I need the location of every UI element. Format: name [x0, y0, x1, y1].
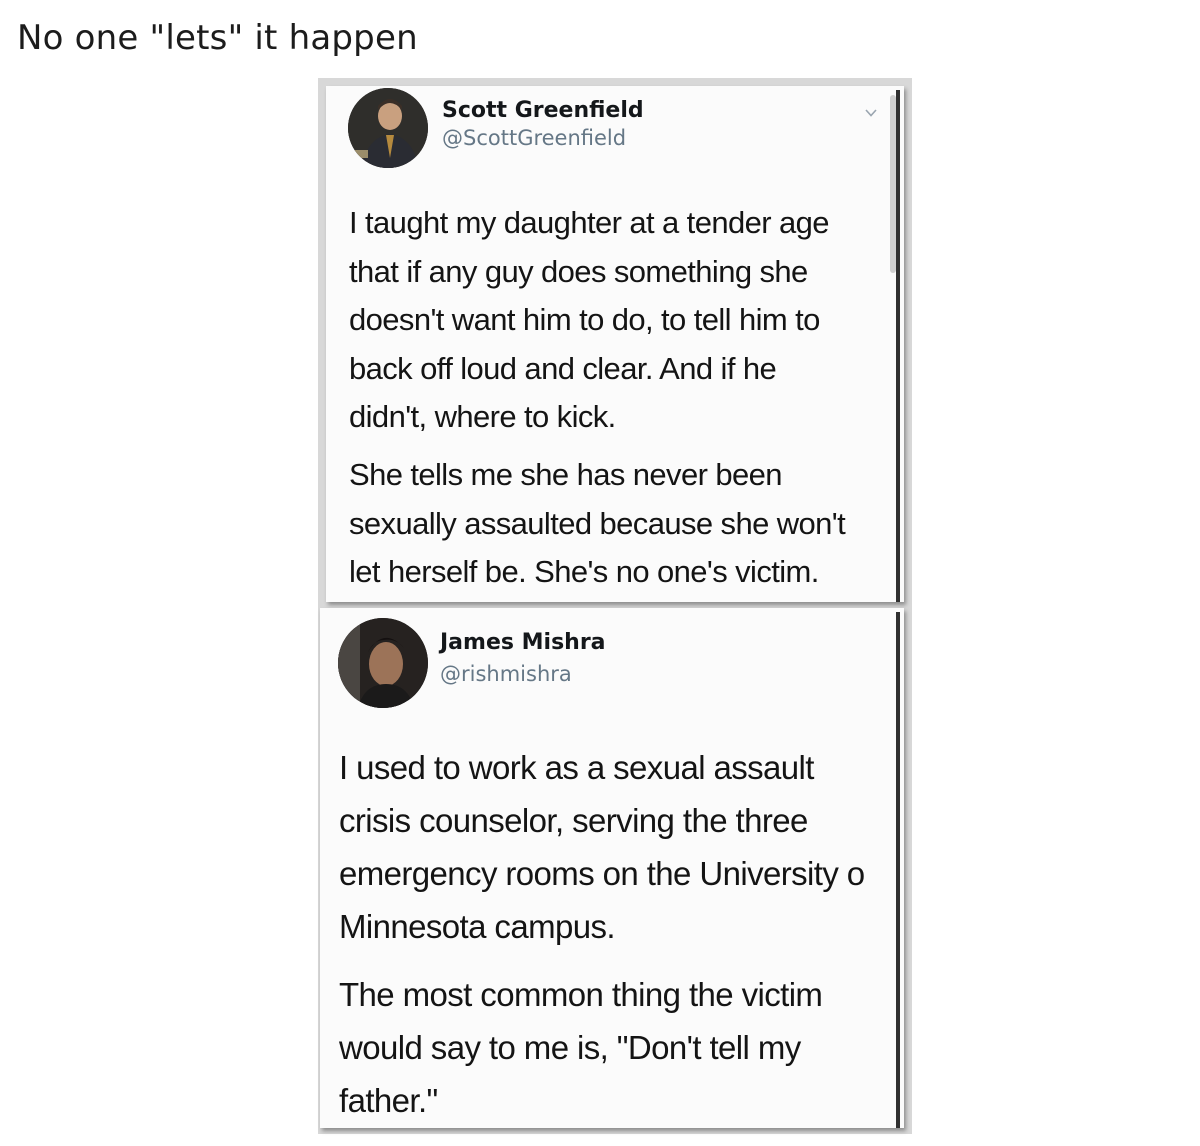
tweet-paragraph: The most common thing the victim would s… — [339, 968, 823, 1127]
text-line: crisis counselor, serving the three — [339, 802, 808, 839]
tweet-paragraph: I used to work as a sexual assault crisi… — [339, 741, 865, 953]
tweet-card: Scott Greenfield @ScottGreenfield I taug… — [326, 86, 904, 602]
text-line: let herself be. She's no one's victim. — [349, 554, 819, 589]
author-name[interactable]: Scott Greenfield — [442, 98, 644, 123]
scrollbar-thumb — [890, 95, 896, 273]
card-edge — [896, 612, 900, 1128]
avatar — [348, 88, 428, 168]
text-line: that if any guy does something she — [349, 253, 808, 289]
author-handle[interactable]: @ScottGreenfield — [442, 126, 626, 150]
text-line: The most common thing the victim — [339, 976, 823, 1013]
chevron-down-icon[interactable] — [864, 106, 878, 120]
avatar-portrait — [348, 88, 428, 168]
tweet-card: James Mishra @rishmishra I used to work … — [320, 608, 904, 1128]
text-line: doesn't want him to do, to tell him to — [349, 302, 820, 337]
text-line: I taught my daughter at a tender age — [349, 205, 830, 240]
author-handle[interactable]: @rishmishra — [440, 662, 572, 686]
text-line: sexually assaulted because she won't — [349, 505, 846, 541]
text-line: father." — [339, 1082, 438, 1119]
text-line: emergency rooms on the University o — [339, 855, 865, 892]
text-line: She tells me she has never been — [349, 457, 783, 492]
tweet-paragraph: She tells me she has never been sexually… — [349, 451, 846, 597]
avatar-portrait — [338, 618, 428, 708]
text-line: back off loud and clear. And if he — [349, 350, 777, 386]
author-name[interactable]: James Mishra — [440, 630, 606, 655]
avatar — [338, 618, 428, 708]
text-line: didn't, where to kick. — [349, 399, 616, 434]
post-title[interactable]: No one "lets" it happen — [17, 18, 418, 58]
card-edge — [896, 90, 900, 602]
text-line: I used to work as a sexual assault — [339, 749, 814, 786]
text-line: would say to me is, "Don't tell my — [339, 1029, 801, 1066]
text-line: Minnesota campus. — [339, 908, 616, 945]
tweet-paragraph: I taught my daughter at a tender age tha… — [349, 199, 830, 442]
